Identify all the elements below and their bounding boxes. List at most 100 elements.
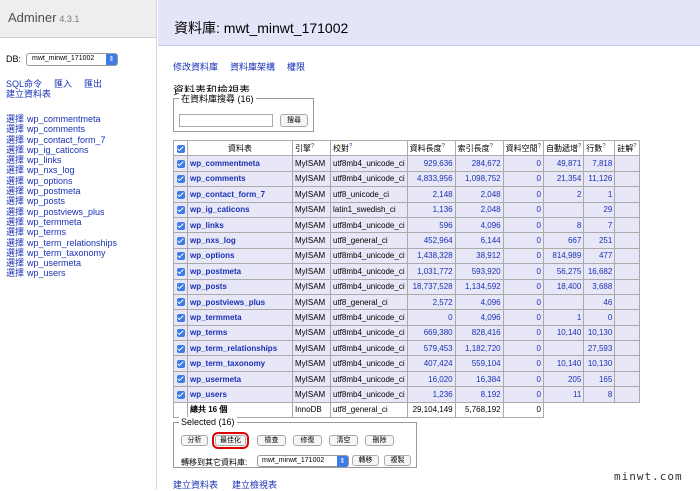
move-button[interactable]: 轉移	[352, 455, 379, 466]
row-checkbox[interactable]	[173, 278, 188, 295]
table-structure-link[interactable]: wp_postmeta	[27, 186, 81, 196]
row-checkbox[interactable]	[173, 324, 188, 342]
cell-rows[interactable]: 10,130	[583, 324, 616, 342]
help-icon[interactable]: ?	[633, 143, 636, 149]
table-structure-link[interactable]: wp_users	[27, 268, 66, 278]
row-checkbox[interactable]	[173, 340, 188, 357]
check-button[interactable]: 檢查	[257, 435, 286, 446]
cell-auto-increment[interactable]: 2	[542, 186, 585, 203]
table-structure-link[interactable]: wp_postviews_plus	[27, 207, 105, 217]
cell-data-length[interactable]: 407,424	[406, 355, 456, 372]
table-structure-link[interactable]: wp_posts	[27, 196, 65, 206]
row-checkbox[interactable]	[173, 293, 188, 311]
cell-rows[interactable]: 477	[583, 247, 616, 265]
table-structure-link[interactable]: wp_term_taxonomy	[27, 248, 106, 258]
row-checkbox[interactable]	[173, 201, 188, 218]
cell-auto-increment[interactable]	[542, 340, 585, 357]
cell-index-length[interactable]: 4,096	[454, 309, 504, 326]
help-icon[interactable]: ?	[602, 143, 605, 149]
cell-data-length[interactable]: 1,136	[406, 201, 456, 218]
cell-data-free[interactable]: 0	[502, 263, 544, 280]
select-table-link[interactable]: 選擇	[6, 114, 24, 124]
table-structure-link[interactable]: wp_usermeta	[27, 258, 81, 268]
table-structure-link[interactable]: wp_contact_form_7	[27, 135, 106, 145]
row-checkbox[interactable]	[173, 232, 188, 249]
cell-data-length[interactable]: 16,020	[406, 370, 456, 388]
cell-auto-increment[interactable]: 21,354	[542, 170, 585, 188]
cell-data-free[interactable]: 0	[502, 370, 544, 388]
alter-database-link[interactable]: 修改資料庫	[173, 62, 218, 72]
cell-data-free[interactable]: 0	[502, 232, 544, 249]
cell-rows[interactable]: 1	[583, 186, 616, 203]
cell-data-length[interactable]: 1,031,772	[406, 263, 456, 280]
table-structure-link[interactable]: wp_term_relationships	[27, 238, 117, 248]
privileges-link[interactable]: 權限	[287, 62, 305, 72]
cell-auto-increment[interactable]	[542, 201, 585, 218]
row-checkbox[interactable]	[173, 263, 188, 280]
table-structure-link[interactable]: wp_commentmeta	[27, 114, 101, 124]
export-link[interactable]: 匯出	[84, 79, 102, 89]
create-table-link[interactable]: 建立資料表	[6, 89, 51, 99]
app-name[interactable]: Adminer	[8, 10, 56, 25]
cell-index-length[interactable]: 2,048	[454, 201, 504, 218]
cell-index-length[interactable]: 593,920	[454, 263, 504, 280]
cell-data-length[interactable]: 669,380	[406, 324, 456, 342]
table-name-link[interactable]: wp_options	[190, 251, 234, 260]
cell-data-length[interactable]: 1,438,328	[406, 247, 456, 265]
select-table-link[interactable]: 選擇	[6, 238, 24, 248]
help-icon[interactable]: ?	[311, 143, 314, 149]
row-checkbox[interactable]	[173, 155, 188, 172]
cell-data-free[interactable]: 0	[502, 216, 544, 234]
table-name-link[interactable]: wp_contact_form_7	[190, 190, 265, 199]
cell-index-length[interactable]: 1,098,752	[454, 170, 504, 188]
table-name-link[interactable]: wp_comments	[190, 174, 246, 183]
cell-rows[interactable]: 8	[583, 386, 616, 403]
cell-auto-increment[interactable]: 18,400	[542, 278, 585, 295]
cell-data-length[interactable]: 18,737,528	[406, 278, 456, 295]
cell-index-length[interactable]: 284,672	[454, 155, 504, 172]
cell-data-length[interactable]: 579,453	[406, 340, 456, 357]
cell-rows[interactable]: 3,688	[583, 278, 616, 295]
cell-rows[interactable]: 27,593	[583, 340, 616, 357]
row-checkbox[interactable]	[173, 170, 188, 188]
help-icon[interactable]: ?	[578, 143, 581, 149]
repair-button[interactable]: 修復	[293, 435, 322, 446]
cell-auto-increment[interactable]: 49,871	[542, 155, 585, 172]
cell-rows[interactable]: 0	[583, 309, 616, 326]
create-table-bottom-link[interactable]: 建立資料表	[173, 480, 218, 490]
import-link[interactable]: 匯入	[54, 79, 72, 89]
search-input[interactable]	[179, 114, 273, 127]
cell-auto-increment[interactable]: 667	[542, 232, 585, 249]
table-structure-link[interactable]: wp_links	[27, 155, 62, 165]
cell-rows[interactable]: 7,818	[583, 155, 616, 172]
analyze-button[interactable]: 分析	[181, 435, 208, 446]
cell-data-free[interactable]: 0	[502, 355, 544, 372]
row-checkbox[interactable]	[173, 370, 188, 388]
table-structure-link[interactable]: wp_options	[27, 176, 73, 186]
cell-rows[interactable]: 165	[583, 370, 616, 388]
cell-data-length[interactable]: 1,236	[406, 386, 456, 403]
cell-data-free[interactable]: 0	[502, 386, 544, 403]
cell-index-length[interactable]: 16,384	[454, 370, 504, 388]
help-icon[interactable]: ?	[349, 143, 352, 149]
app-name-link[interactable]: Adminer	[8, 10, 56, 25]
select-all-checkbox[interactable]	[173, 139, 188, 157]
db-select[interactable]: mwt_minwt_171002 ⇕	[26, 52, 119, 66]
optimize-button[interactable]: 最佳化	[212, 432, 249, 449]
select-table-link[interactable]: 選擇	[6, 145, 24, 155]
row-checkbox[interactable]	[173, 309, 188, 326]
cell-index-length[interactable]: 1,134,592	[454, 278, 504, 295]
cell-data-free[interactable]: 0	[502, 340, 544, 357]
cell-rows[interactable]: 46	[583, 293, 616, 311]
cell-index-length[interactable]: 8,192	[454, 386, 504, 403]
select-table-link[interactable]: 選擇	[6, 124, 24, 134]
table-name-link[interactable]: wp_usermeta	[190, 375, 241, 384]
table-name-link[interactable]: wp_postviews_plus	[190, 298, 265, 307]
cell-data-length[interactable]: 596	[406, 216, 456, 234]
cell-data-free[interactable]: 0	[502, 247, 544, 265]
cell-rows[interactable]: 10,130	[583, 355, 616, 372]
copy-button[interactable]: 複製	[384, 455, 411, 466]
table-name-link[interactable]: wp_terms	[190, 328, 227, 337]
table-name-link[interactable]: wp_posts	[190, 282, 227, 291]
select-table-link[interactable]: 選擇	[6, 207, 24, 217]
